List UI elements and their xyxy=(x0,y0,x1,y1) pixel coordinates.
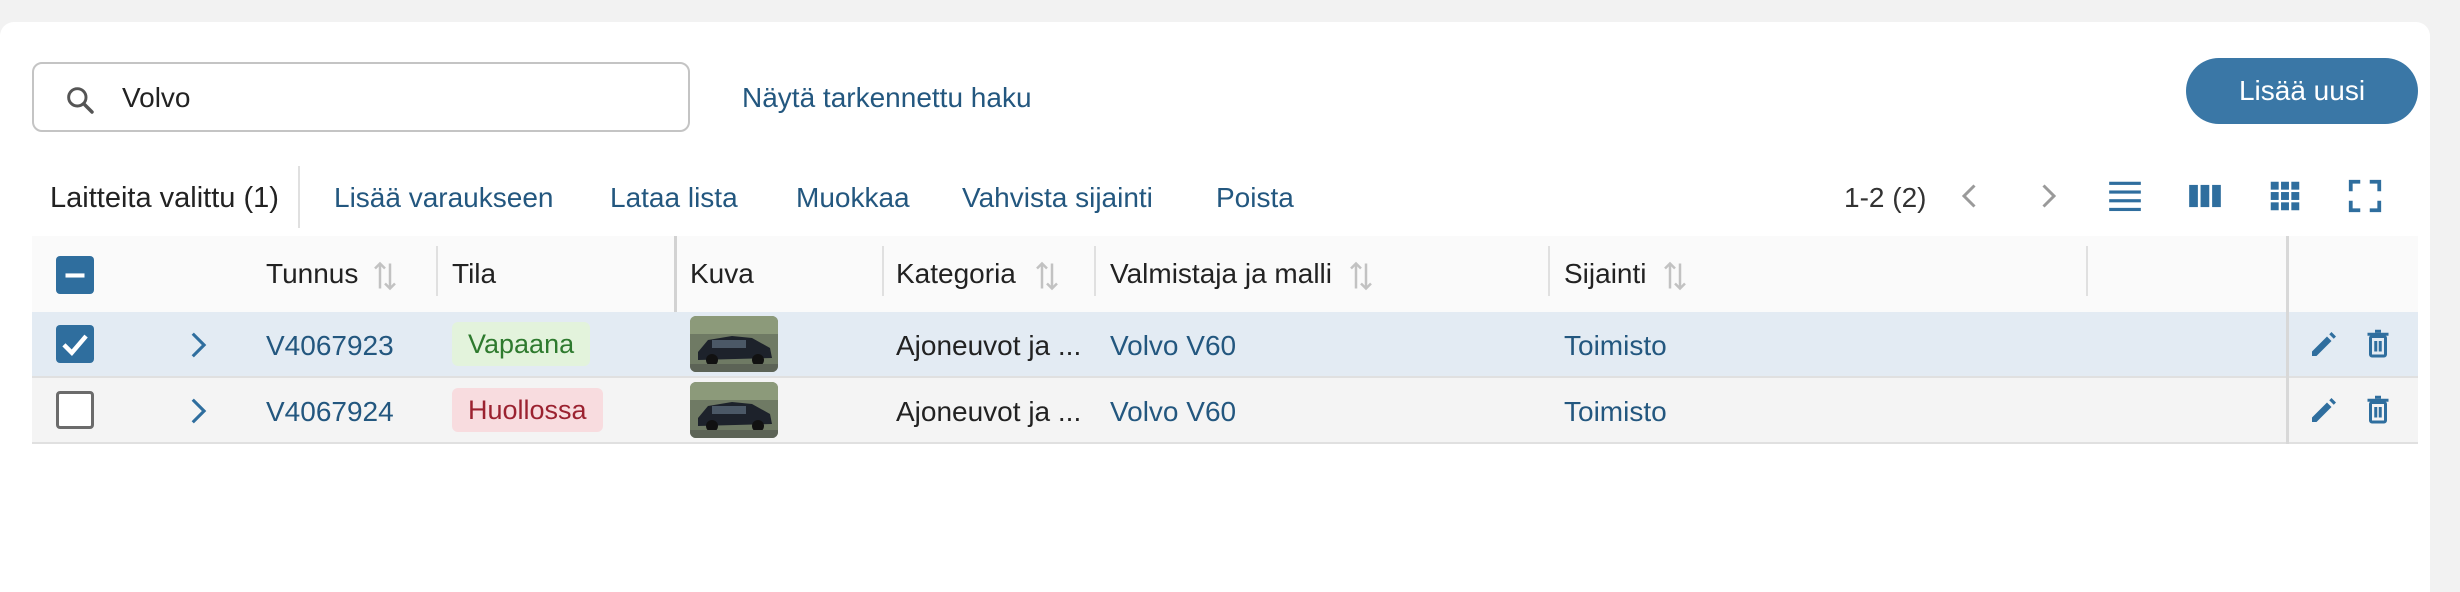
confirm-location-button[interactable]: Vahvista sijainti xyxy=(962,182,1153,214)
location-link[interactable]: Toimisto xyxy=(1564,396,1667,428)
download-list-button[interactable]: Lataa lista xyxy=(610,182,738,214)
category-cell: Ajoneuvot ja ... xyxy=(896,396,1082,427)
search-field[interactable] xyxy=(32,62,690,132)
edit-row-icon[interactable] xyxy=(2306,392,2342,428)
columns-view-icon[interactable] xyxy=(2186,176,2224,216)
expand-row-icon[interactable] xyxy=(180,392,214,430)
chevron-left-icon[interactable] xyxy=(1952,176,1988,216)
column-header-valmistaja[interactable]: Valmistaja ja malli xyxy=(1110,258,1332,290)
delete-row-icon[interactable] xyxy=(2360,392,2396,428)
status-badge: Huollossa xyxy=(452,388,603,432)
column-separator xyxy=(436,246,438,296)
model-link[interactable]: Volvo V60 xyxy=(1110,330,1236,362)
fullscreen-icon[interactable] xyxy=(2346,176,2384,216)
car-image xyxy=(690,316,778,372)
column-header-kuva: Kuva xyxy=(690,258,754,289)
chevron-right-icon[interactable] xyxy=(2030,176,2066,216)
check-icon xyxy=(62,334,88,356)
row-checkbox[interactable] xyxy=(56,391,94,429)
row-checkbox[interactable] xyxy=(56,325,94,363)
equipment-thumbnail[interactable] xyxy=(690,382,778,438)
delete-button[interactable]: Poista xyxy=(1216,182,1294,214)
location-link[interactable]: Toimisto xyxy=(1564,330,1667,362)
model-link[interactable]: Volvo V60 xyxy=(1110,396,1236,428)
sort-icon[interactable] xyxy=(1346,258,1376,294)
category-cell: Ajoneuvot ja ... xyxy=(896,330,1082,361)
equipment-thumbnail[interactable] xyxy=(690,316,778,372)
pagination-label: 1-2 (2) xyxy=(1844,182,1927,213)
sort-icon[interactable] xyxy=(370,258,400,294)
add-to-reservation-button[interactable]: Lisää varaukseen xyxy=(334,182,553,214)
minus-icon xyxy=(65,273,85,278)
equipment-code-link[interactable]: V4067924 xyxy=(266,396,394,428)
edit-row-icon[interactable] xyxy=(2306,326,2342,362)
car-image xyxy=(690,382,778,438)
add-new-button[interactable]: Lisää uusi xyxy=(2186,58,2418,124)
status-badge: Vapaana xyxy=(452,322,591,366)
sort-icon[interactable] xyxy=(1032,258,1062,294)
search-icon xyxy=(67,87,94,114)
sort-icon[interactable] xyxy=(1660,258,1690,294)
column-header-tila[interactable]: Tila xyxy=(452,258,496,290)
actions-column-separator xyxy=(2286,236,2289,444)
column-separator xyxy=(1094,246,1096,296)
column-separator xyxy=(2086,246,2088,296)
list-view-icon[interactable] xyxy=(2106,176,2144,216)
search-input[interactable] xyxy=(120,78,664,118)
delete-row-icon[interactable] xyxy=(2360,326,2396,362)
column-separator xyxy=(882,246,884,296)
toolbar-divider xyxy=(298,166,300,228)
column-separator xyxy=(1548,246,1550,296)
equipment-code-link[interactable]: V4067923 xyxy=(266,330,394,362)
edit-button[interactable]: Muokkaa xyxy=(796,182,910,214)
select-all-checkbox[interactable] xyxy=(56,256,94,294)
selected-count-label: Laitteita valittu (1) xyxy=(50,182,279,214)
expand-row-icon[interactable] xyxy=(180,326,214,364)
advanced-search-link[interactable]: Näytä tarkennettu haku xyxy=(742,82,1032,114)
grid-view-icon[interactable] xyxy=(2266,176,2304,216)
column-header-tunnus[interactable]: Tunnus xyxy=(266,258,358,290)
column-header-sijainti[interactable]: Sijainti xyxy=(1564,258,1646,290)
column-header-kategoria[interactable]: Kategoria xyxy=(896,258,1016,290)
